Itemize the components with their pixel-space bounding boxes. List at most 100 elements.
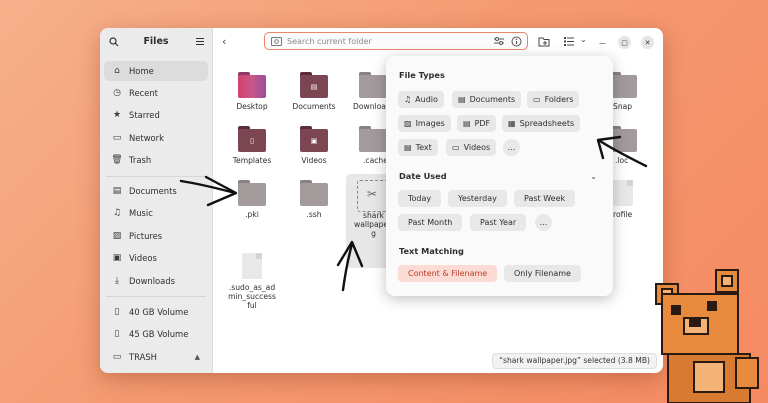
sidebar-item-trash[interactable]: 🗑 Trash (104, 150, 208, 170)
document-file-icon (609, 180, 637, 206)
sidebar-item-network[interactable]: ▭ Network (104, 128, 208, 148)
folder-icon: ▭ (533, 95, 541, 104)
date-chip-past-year[interactable]: Past Year (470, 214, 527, 231)
more-file-types-button[interactable]: ... (503, 139, 520, 156)
clock-icon: ◷ (113, 88, 121, 98)
file-name: .pki (245, 210, 259, 219)
file-item-local[interactable]: .loc (605, 126, 661, 165)
filter-chip-videos[interactable]: ▭ Videos (446, 139, 497, 156)
folder-search-icon (271, 37, 282, 46)
info-icon[interactable] (511, 36, 522, 47)
search-box[interactable] (264, 32, 528, 50)
document-icon: ▤ (458, 95, 466, 104)
file-item-sudo-as-admin[interactable]: .sudo_as_ad min_success ful (224, 253, 280, 310)
file-item-snap[interactable]: Snap (605, 72, 661, 111)
chip-label: Audio (415, 95, 438, 104)
sidebar-item-music[interactable]: ♫ Music (104, 203, 208, 223)
chevron-down-icon[interactable]: ⌄ (590, 172, 597, 181)
more-dates-button[interactable]: ... (535, 214, 552, 231)
text-matching-heading: Text Matching (399, 246, 464, 256)
folder-icon (359, 72, 387, 98)
close-button[interactable]: ✕ (641, 36, 654, 49)
filter-chip-audio[interactable]: ♫ Audio (398, 91, 444, 108)
videos-folder-icon: ▣ (300, 126, 328, 152)
sidebar-item-label: Music (129, 208, 153, 218)
network-icon: ▭ (112, 133, 122, 143)
sidebar: Files ⌂ Home ◷ Recent ★ Starred ▭ Network 🗑 T… (100, 28, 213, 373)
chevron-down-icon[interactable]: ⌄ (580, 35, 587, 44)
file-name: rofile (613, 210, 633, 219)
file-name: .loc (615, 156, 629, 165)
sidebar-item-label: 40 GB Volume (129, 307, 189, 317)
sidebar-item-trash-volume[interactable]: ▭ TRASH ▲ (104, 347, 208, 367)
sidebar-item-pictures[interactable]: ▨ Pictures (104, 226, 208, 246)
maximize-button[interactable]: ▢ (618, 36, 631, 49)
file-item-documents[interactable]: ▤ Documents (286, 72, 342, 111)
trash-icon: 🗑 (111, 155, 123, 165)
pdf-icon: ▤ (463, 119, 471, 128)
file-item-ssh[interactable]: .ssh (286, 180, 342, 219)
folder-icon (609, 126, 637, 152)
match-content-and-filename[interactable]: Content & Filename (398, 265, 498, 282)
file-item-profile[interactable]: rofile (605, 180, 661, 219)
filter-chip-text[interactable]: ▤ Text (398, 139, 438, 156)
file-name-line: .sudo_as_ad (228, 283, 276, 292)
new-folder-icon[interactable] (538, 36, 550, 47)
sidebar-item-40gb-volume[interactable]: ▯ 40 GB Volume (104, 302, 208, 322)
eject-icon[interactable]: ▲ (195, 353, 200, 361)
sidebar-item-recent[interactable]: ◷ Recent (104, 83, 208, 103)
file-name: Videos (301, 156, 327, 165)
date-chip-today[interactable]: Today (398, 190, 442, 207)
document-file-icon (238, 253, 266, 279)
chip-label: Images (415, 119, 445, 128)
chip-label: Documents (469, 95, 516, 104)
file-item-pki[interactable]: .pki (224, 180, 280, 219)
sidebar-item-videos[interactable]: ▣ Videos (104, 248, 208, 268)
star-icon: ★ (112, 110, 122, 120)
document-icon: ▤ (112, 186, 122, 196)
match-only-filename[interactable]: Only Filename (504, 265, 581, 282)
sidebar-item-documents[interactable]: ▤ Documents (104, 181, 208, 201)
minimize-button[interactable]: — (596, 36, 609, 49)
sidebar-item-starred[interactable]: ★ Starred (104, 105, 208, 125)
filter-chip-pdf[interactable]: ▤ PDF (457, 115, 497, 132)
file-name-line: min_success (228, 292, 276, 301)
hamburger-menu-icon[interactable] (196, 38, 204, 45)
date-chip-yesterday[interactable]: Yesterday (448, 190, 507, 207)
date-chip-past-week[interactable]: Past Week (514, 190, 576, 207)
folder-icon (300, 180, 328, 206)
sidebar-header: Files (100, 28, 212, 56)
sidebar-item-downloads[interactable]: ⤓ Downloads (104, 271, 208, 291)
list-view-icon[interactable] (564, 37, 574, 46)
sidebar-item-home[interactable]: ⌂ Home (104, 61, 208, 81)
text-icon: ▤ (404, 143, 412, 152)
home-icon: ⌂ (114, 66, 120, 76)
file-item-desktop[interactable]: Desktop (224, 72, 280, 111)
picture-icon: ▨ (112, 231, 122, 241)
file-name-line: ful (247, 301, 257, 310)
image-icon: ▨ (404, 119, 412, 128)
file-types-heading: File Types (399, 70, 445, 80)
filter-icon[interactable] (493, 36, 505, 46)
file-name: Snap (613, 102, 633, 111)
filter-chip-documents[interactable]: ▤ Documents (452, 91, 522, 108)
search-input[interactable] (287, 34, 467, 48)
filter-chip-spreadsheets[interactable]: ▦ Spreadsheets (502, 115, 581, 132)
back-arrow-icon[interactable]: ‹ (222, 35, 226, 48)
filter-chip-folders[interactable]: ▭ Folders (527, 91, 580, 108)
spreadsheet-icon: ▦ (508, 119, 516, 128)
sidebar-item-label: Home (129, 66, 154, 76)
drive-icon: ▭ (112, 352, 122, 362)
file-item-videos[interactable]: ▣ Videos (286, 126, 342, 165)
sidebar-item-45gb-volume[interactable]: ▯ 45 GB Volume (104, 324, 208, 344)
filter-chip-images[interactable]: ▨ Images (398, 115, 451, 132)
video-icon: ▭ (452, 143, 460, 152)
folder-icon (359, 126, 387, 152)
sidebar-item-label: Starred (129, 110, 160, 120)
chip-label: Spreadsheets (519, 119, 575, 128)
sidebar-item-label: Documents (129, 186, 177, 196)
sidebar-item-label: Network (129, 133, 164, 143)
status-bar: “shark wallpaper.jpg” selected (3.8 MB) (492, 353, 657, 369)
file-item-templates[interactable]: ▯ Templates (224, 126, 280, 165)
date-chip-past-month[interactable]: Past Month (398, 214, 463, 231)
